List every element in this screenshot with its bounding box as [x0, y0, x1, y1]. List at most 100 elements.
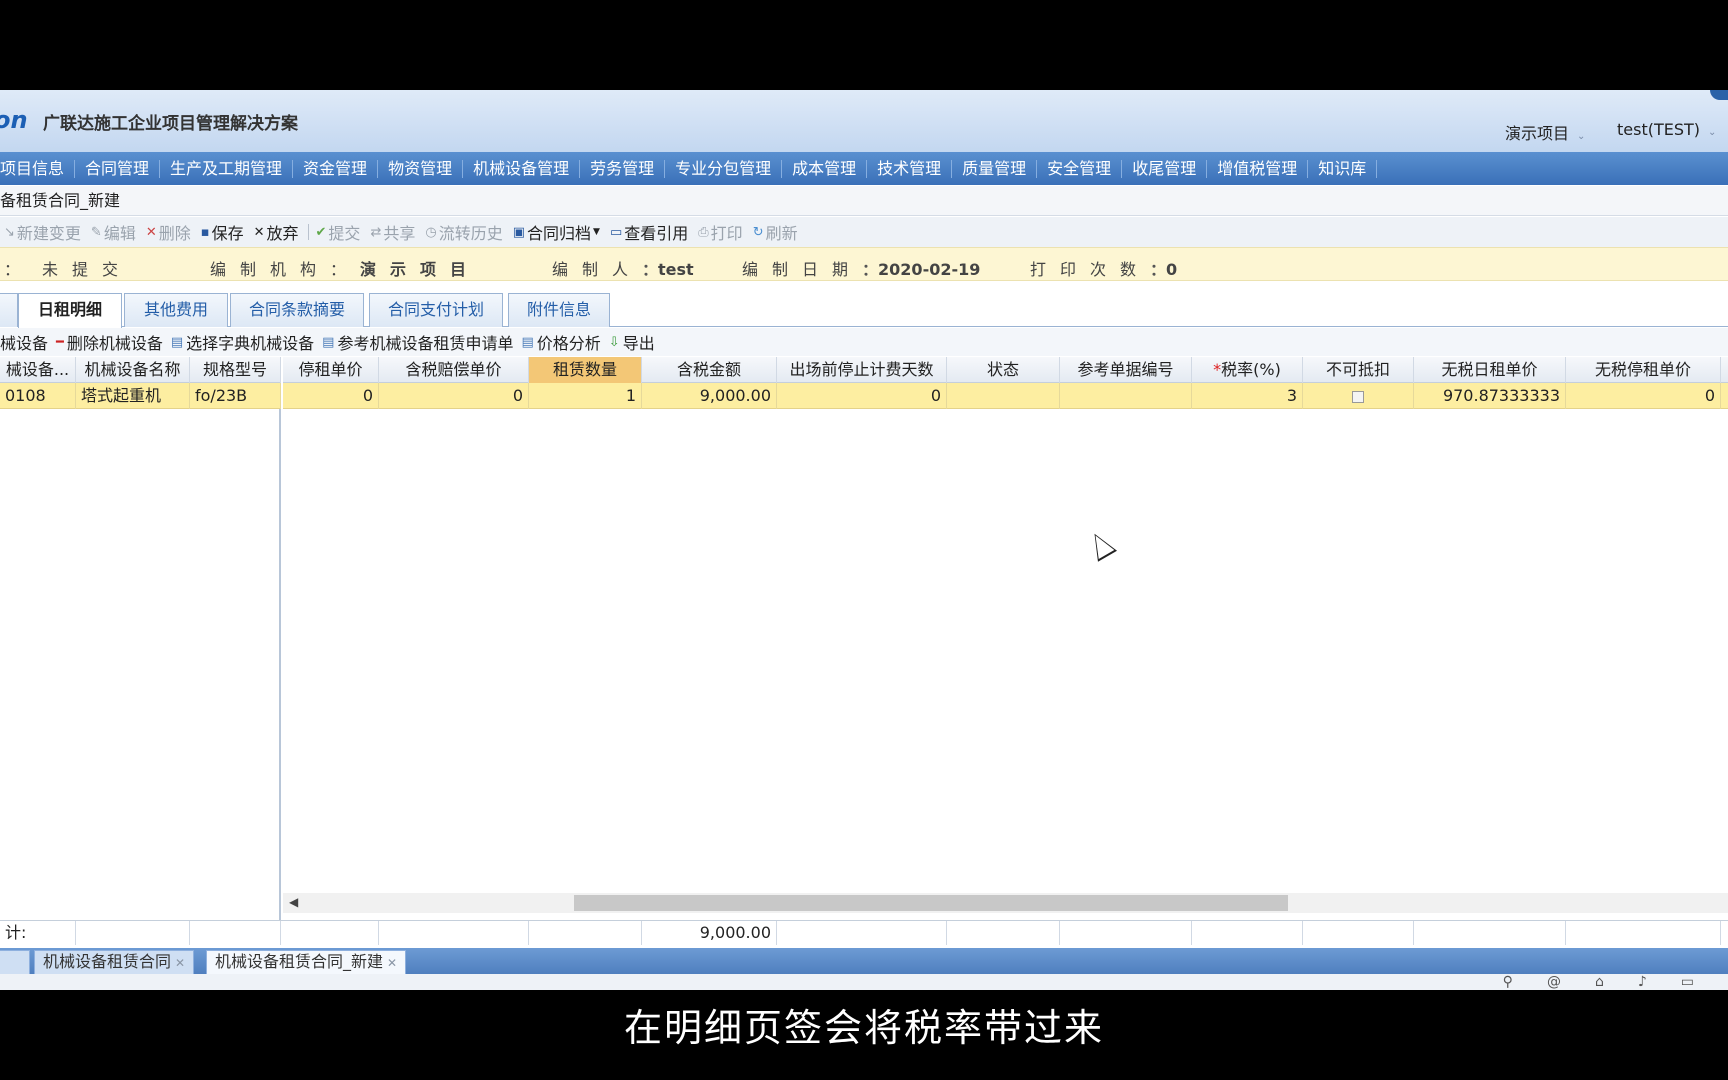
menu-labor[interactable]: 劳务管理	[580, 159, 666, 178]
flow-history-button[interactable]: ◷ 流转历史	[421, 220, 508, 244]
col-tax-rate[interactable]: *税率(%)	[1192, 357, 1303, 383]
tab-daily-rent-detail[interactable]: 日租明细	[18, 293, 122, 328]
col-status[interactable]: 状态	[947, 357, 1060, 383]
menu-funds[interactable]: 资金管理	[293, 159, 379, 178]
table-row[interactable]: 0108 塔式起重机 fo/23B	[0, 383, 281, 409]
price-analysis-button[interactable]: ▤ 价格分析	[521, 330, 608, 354]
project-selector[interactable]: 演示项目 ⌄	[1505, 120, 1585, 144]
share-icon: ⇄	[370, 224, 382, 240]
menu-quality[interactable]: 质量管理	[952, 159, 1038, 178]
menu-materials[interactable]: 物资管理	[378, 159, 464, 178]
horizontal-scrollbar[interactable]: ◀	[283, 893, 1728, 913]
equipment-grid: 械设备... 机械设备名称 规格型号 0108 塔式起重机 fo/23B 停租单…	[0, 357, 1728, 920]
author-field: 编制人：test	[552, 260, 694, 279]
doc-tab-hidden[interactable]	[0, 950, 30, 974]
menu-technical[interactable]: 技术管理	[867, 159, 953, 178]
export-button[interactable]: ⇩ 导出	[609, 330, 663, 354]
discard-button[interactable]: ✕ 放弃	[250, 220, 305, 244]
col-equipment-name[interactable]: 机械设备名称	[76, 357, 190, 383]
menu-closeout[interactable]: 收尾管理	[1122, 159, 1208, 178]
print-button[interactable]: ⎙ 打印	[694, 220, 748, 244]
doc-tab-equipment-contract-new[interactable]: 机械设备租赁合同_新建 ✕	[206, 950, 407, 974]
menu-safety[interactable]: 安全管理	[1037, 159, 1123, 178]
cell-spec-model[interactable]: fo/23B	[190, 383, 281, 409]
non-deductible-checkbox[interactable]	[1352, 390, 1364, 403]
sound-icon[interactable]: ♪	[1638, 974, 1681, 990]
cell-stop-rent-price[interactable]: 0	[283, 383, 379, 409]
cell-tax-rate[interactable]: 3	[1192, 383, 1303, 409]
cell-tax-incl-amount[interactable]: 9,000.00	[642, 383, 777, 409]
col-stop-billing-days[interactable]: 出场前停止计费天数	[777, 357, 947, 383]
link-icon[interactable]: ⚲	[1503, 974, 1547, 990]
select-dictionary-equipment-button[interactable]: ▤ 选择字典机械设备	[171, 330, 322, 354]
cell-status[interactable]	[947, 383, 1060, 409]
menu-knowledge-base[interactable]: 知识库	[1308, 159, 1378, 178]
cell-ex-tax-stop-rent[interactable]: 0	[1566, 383, 1721, 409]
project-name: 演示项目	[1505, 124, 1570, 143]
swirl-icon[interactable]: @	[1547, 974, 1595, 990]
history-icon: ◷	[425, 224, 437, 240]
user-name: test(TEST)	[1617, 120, 1701, 139]
app-header: on 广联达施工企业项目管理解决方案 演示项目 ⌄ test(TEST) ⌄	[0, 90, 1728, 152]
tab-attachments[interactable]: 附件信息	[508, 293, 610, 327]
col-tax-incl-compensation-price[interactable]: 含税赔偿单价	[379, 357, 529, 383]
table-row[interactable]: 0 0 1 9,000.00 0 3 970.87333333 0	[283, 383, 1728, 409]
cell-ex-tax-daily-rent[interactable]: 970.87333333	[1414, 383, 1566, 409]
detail-tabs: 日租明细 其他费用 合同条款摘要 合同支付计划 附件信息	[0, 290, 1728, 328]
view-reference-button[interactable]: ▭ 查看引用	[606, 220, 694, 244]
submit-icon: ✔	[315, 224, 327, 240]
menu-cost[interactable]: 成本管理	[782, 159, 868, 178]
menu-vat[interactable]: 增值税管理	[1207, 159, 1309, 178]
add-equipment-button[interactable]: 械设备	[0, 330, 56, 354]
tab-other-fees[interactable]: 其他费用	[124, 293, 228, 327]
menu-production-schedule[interactable]: 生产及工期管理	[160, 159, 294, 178]
new-change-button[interactable]: ↘ 新建变更	[0, 220, 87, 244]
close-icon[interactable]: ✕	[175, 956, 185, 970]
col-ex-tax-stop-rent-price[interactable]: 无税停租单价	[1566, 357, 1721, 383]
col-spec-model[interactable]: 规格型号	[190, 357, 281, 383]
menu-equipment[interactable]: 机械设备管理	[463, 159, 581, 178]
cell-reference-doc-no[interactable]	[1060, 383, 1192, 409]
col-stop-rent-price[interactable]: 停租单价	[283, 357, 379, 383]
col-reference-doc-no[interactable]: 参考单据编号	[1060, 357, 1192, 383]
delete-equipment-button[interactable]: ━ 删除机械设备	[56, 330, 171, 354]
archive-button[interactable]: ▣ 合同归档 ▼	[509, 220, 606, 244]
delete-button[interactable]: ✕ 删除	[142, 220, 197, 244]
grid-header-row: 停租单价 含税赔偿单价 租赁数量 含税金额 出场前停止计费天数 状态 参考单据编…	[283, 357, 1728, 383]
col-tax-incl-amount[interactable]: 含税金额	[642, 357, 777, 383]
edit-button[interactable]: ✎ 编辑	[87, 220, 142, 244]
tab-hidden-left[interactable]	[0, 293, 18, 327]
cell-stop-billing-days[interactable]: 0	[777, 383, 947, 409]
cell-rent-quantity[interactable]: 1	[529, 383, 642, 409]
reference-request-button[interactable]: ▤ 参考机械设备租赁申请单	[322, 330, 521, 354]
scrollbar-thumb[interactable]	[574, 895, 1288, 911]
totals-amount: 9,000.00	[642, 921, 777, 945]
doc-tab-equipment-contract[interactable]: 机械设备租赁合同 ✕	[34, 950, 195, 974]
totals-row: 计: 9,000.00	[0, 920, 1728, 945]
col-non-deductible[interactable]: 不可抵扣	[1303, 357, 1414, 383]
share-button[interactable]: ⇄ 共享	[366, 220, 421, 244]
tab-payment-plan[interactable]: 合同支付计划	[369, 293, 503, 327]
tab-contract-terms[interactable]: 合同条款摘要	[230, 293, 364, 327]
col-ex-tax-daily-rent-price[interactable]: 无税日租单价	[1414, 357, 1566, 383]
cell-equipment-name[interactable]: 塔式起重机	[76, 383, 190, 409]
col-rent-quantity[interactable]: 租赁数量	[529, 357, 642, 383]
totals-label: 计:	[0, 921, 76, 945]
refresh-button[interactable]: ↻ 刷新	[749, 220, 804, 244]
scroll-left-icon[interactable]: ◀	[289, 895, 298, 909]
home-icon[interactable]: ⌂	[1595, 974, 1638, 990]
submit-button[interactable]: ✔ 提交	[312, 220, 367, 244]
close-icon[interactable]: ✕	[387, 956, 397, 970]
menu-subcontract[interactable]: 专业分包管理	[665, 159, 783, 178]
status-field: ：未提交	[4, 260, 133, 279]
document-info-bar: ：未提交 编制机构：演示项目 编制人：test 编制日期：2020-02-19 …	[0, 247, 1728, 281]
cell-equipment-code[interactable]: 0108	[0, 383, 76, 409]
date-value: 2020-02-19	[878, 260, 981, 279]
menu-contract[interactable]: 合同管理	[75, 159, 161, 178]
col-equipment-code[interactable]: 械设备...	[0, 357, 76, 383]
user-selector[interactable]: test(TEST) ⌄	[1617, 120, 1716, 139]
cell-compensation-price[interactable]: 0	[379, 383, 529, 409]
window-icon[interactable]: ▭	[1681, 974, 1728, 990]
menu-project-info[interactable]: 项目信息	[0, 159, 76, 178]
save-button[interactable]: ▪ 保存	[197, 220, 250, 244]
